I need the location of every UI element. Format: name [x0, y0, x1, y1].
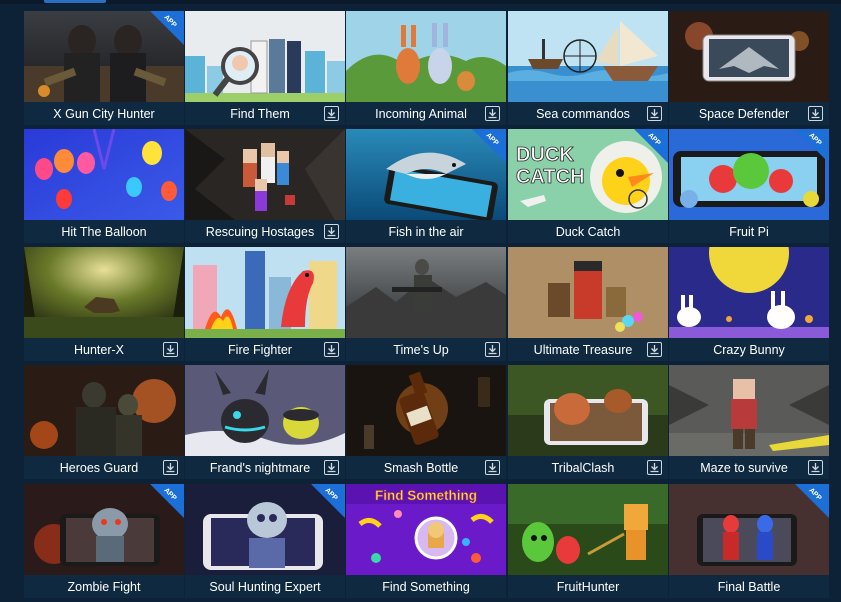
game-title: Soul Hunting Expert	[209, 580, 321, 594]
game-title: Fire Fighter	[228, 343, 292, 357]
download-icon[interactable]	[324, 224, 339, 239]
game-thumbnail	[185, 11, 345, 102]
app-ribbon: APP	[311, 484, 345, 518]
game-title: Frand's nightmare	[209, 461, 311, 475]
game-title: Hit The Balloon	[61, 225, 147, 239]
game-thumbnail	[185, 247, 345, 338]
game-thumbnail	[185, 365, 345, 456]
app-ribbon: APP	[795, 484, 829, 518]
game-tile-fire-fighter[interactable]: Fire Fighter	[185, 247, 345, 361]
game-tile-crazy-bunny[interactable]: Crazy Bunny	[669, 247, 829, 361]
game-tile-times-up[interactable]: Time's Up	[346, 247, 506, 361]
game-thumbnail	[24, 247, 184, 338]
game-title: Incoming Animal	[375, 107, 467, 121]
find-something-logo: Find Something	[375, 488, 477, 503]
game-tile-ultimate-treasure[interactable]: Ultimate Treasure	[508, 247, 668, 361]
game-tile-heroes-guard[interactable]: Heroes Guard	[24, 365, 184, 479]
duck-catch-logo-line1: DUCK	[516, 144, 574, 166]
duck-catch-logo-line2: CATCH	[516, 166, 585, 188]
app-ribbon: APP	[472, 129, 506, 163]
app-ribbon: APP	[795, 129, 829, 163]
game-title: Hunter-X	[73, 343, 125, 357]
game-thumbnail	[669, 365, 829, 456]
game-tile-fish-in-the-air[interactable]: APP Fish in the air	[346, 129, 506, 243]
game-tile-find-something[interactable]: Find Something Find Something	[346, 484, 506, 598]
game-thumbnail	[346, 247, 506, 338]
game-tile-incoming-animal[interactable]: Incoming Animal	[346, 11, 506, 125]
game-tile-x-gun-city-hunter[interactable]: APP X Gun City Hunter	[24, 11, 184, 125]
download-icon[interactable]	[485, 106, 500, 121]
game-title: Find Something	[382, 580, 470, 594]
game-tile-find-them[interactable]: Find Them	[185, 11, 345, 125]
game-thumbnail	[185, 129, 345, 220]
download-icon[interactable]	[163, 460, 178, 475]
game-title: Smash Bottle	[383, 461, 459, 475]
download-icon[interactable]	[647, 460, 662, 475]
download-icon[interactable]	[485, 342, 500, 357]
game-tile-soul-hunting-expert[interactable]: APP Soul Hunting Expert	[185, 484, 345, 598]
app-ribbon: APP	[634, 129, 668, 163]
game-thumbnail	[508, 247, 668, 338]
game-tile-final-battle[interactable]: APP Final Battle	[669, 484, 829, 598]
game-thumbnail	[508, 484, 668, 575]
game-tile-fruit-pi[interactable]: APP Fruit Pi	[669, 129, 829, 243]
game-tile-hit-the-balloon[interactable]: Hit The Balloon	[24, 129, 184, 243]
download-icon[interactable]	[808, 460, 823, 475]
game-tile-zombie-fight[interactable]: APP Zombie Fight	[24, 484, 184, 598]
game-title: Final Battle	[717, 580, 781, 594]
download-icon[interactable]	[324, 106, 339, 121]
game-title: Maze to survive	[700, 461, 788, 475]
game-title: Fish in the air	[388, 225, 464, 239]
game-tile-hunter-x[interactable]: Hunter-X	[24, 247, 184, 361]
game-title: Crazy Bunny	[713, 343, 785, 357]
game-title: Fruit Pi	[729, 225, 769, 239]
game-tile-tribalclash[interactable]: TribalClash	[508, 365, 668, 479]
game-thumbnail	[346, 365, 506, 456]
game-title: Space Defender	[698, 107, 790, 121]
game-tile-maze-to-survive[interactable]: Maze to survive	[669, 365, 829, 479]
download-icon[interactable]	[324, 342, 339, 357]
game-title: Time's Up	[393, 343, 449, 357]
download-icon[interactable]	[324, 460, 339, 475]
game-tile-sea-commandos[interactable]: Sea commandos	[508, 11, 668, 125]
game-title: Heroes Guard	[59, 461, 139, 475]
game-thumbnail	[669, 247, 829, 338]
game-title: Zombie Fight	[67, 580, 141, 594]
game-tile-fruithunter[interactable]: FruitHunter	[508, 484, 668, 598]
game-tile-duck-catch[interactable]: DUCK CATCH APP Duck Catch	[508, 129, 668, 243]
game-title: Duck Catch	[555, 225, 621, 239]
game-title: TribalClash	[551, 461, 615, 475]
app-ribbon: APP	[150, 11, 184, 45]
game-tile-rescuing-hostages[interactable]: Rescuing Hostages	[185, 129, 345, 243]
download-icon[interactable]	[163, 342, 178, 357]
game-grid: APP X Gun City Hunter Find Them Incoming…	[0, 0, 841, 602]
game-title: Sea commandos	[536, 107, 630, 121]
game-tile-frands-nightmare[interactable]: Frand's nightmare	[185, 365, 345, 479]
download-icon[interactable]	[647, 342, 662, 357]
game-title: X Gun City Hunter	[53, 107, 155, 121]
download-icon[interactable]	[485, 460, 500, 475]
game-title: Rescuing Hostages	[205, 225, 315, 239]
game-thumbnail	[24, 129, 184, 220]
game-thumbnail: Find Something	[346, 484, 506, 575]
game-title: Find Them	[230, 107, 290, 121]
download-icon[interactable]	[808, 106, 823, 121]
game-thumbnail	[24, 365, 184, 456]
app-ribbon: APP	[150, 484, 184, 518]
download-icon[interactable]	[647, 106, 662, 121]
game-thumbnail	[346, 11, 506, 102]
game-tile-space-defender[interactable]: Space Defender	[669, 11, 829, 125]
game-title: Ultimate Treasure	[533, 343, 633, 357]
game-title: FruitHunter	[556, 580, 620, 594]
game-thumbnail	[669, 11, 829, 102]
game-thumbnail	[508, 11, 668, 102]
game-thumbnail	[508, 365, 668, 456]
game-tile-smash-bottle[interactable]: Smash Bottle	[346, 365, 506, 479]
